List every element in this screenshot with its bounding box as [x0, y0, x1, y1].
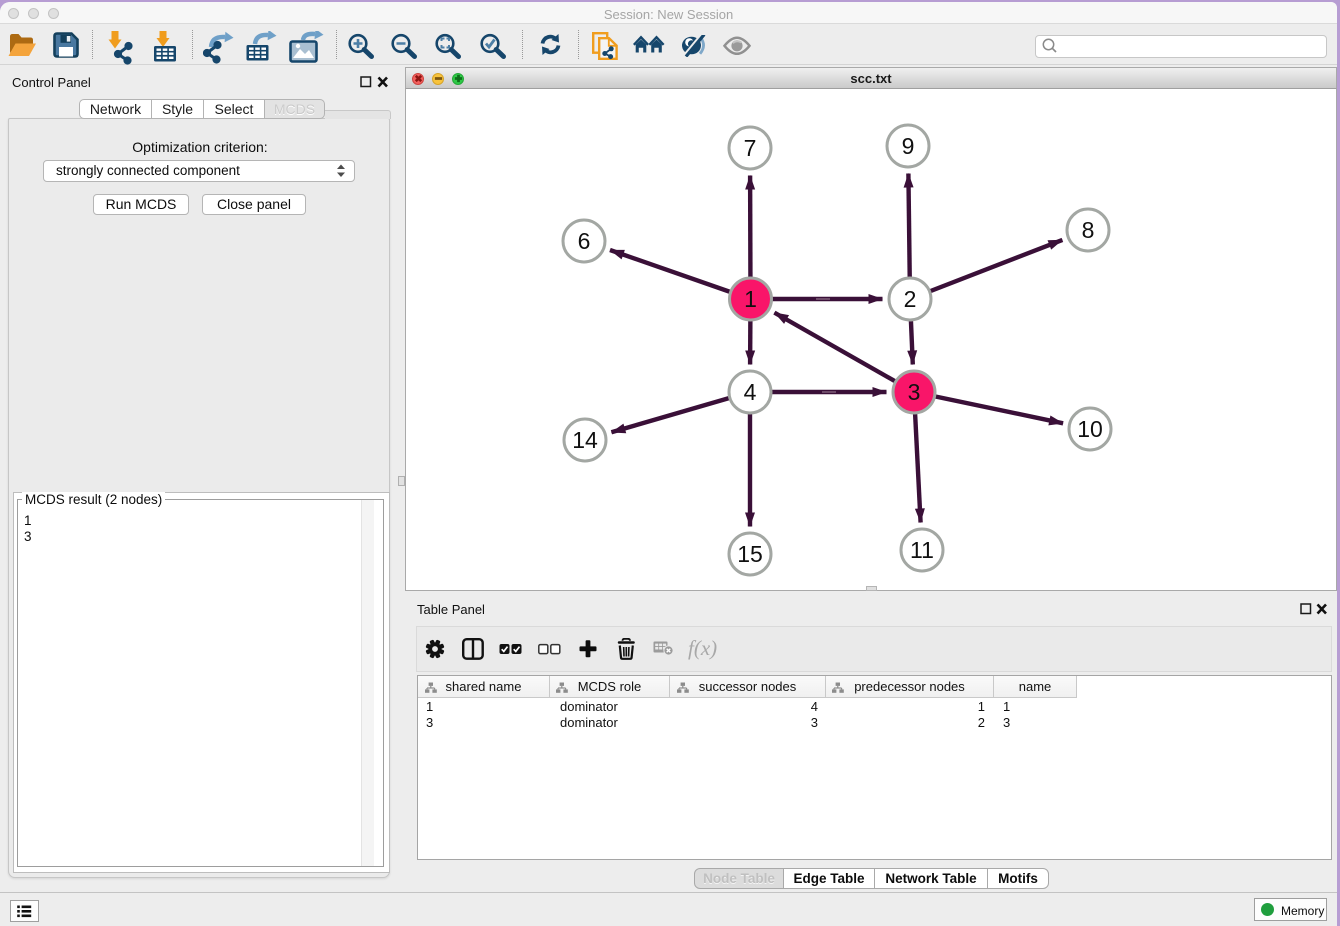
svg-text:8: 8	[1082, 217, 1095, 243]
svg-text:15: 15	[737, 541, 763, 567]
svg-text:7: 7	[744, 135, 757, 161]
svg-text:3: 3	[908, 379, 921, 405]
svg-text:11: 11	[910, 537, 934, 563]
svg-text:2: 2	[904, 286, 917, 312]
svg-text:4: 4	[744, 379, 757, 405]
svg-text:9: 9	[902, 133, 915, 159]
svg-text:6: 6	[578, 228, 591, 254]
svg-text:10: 10	[1077, 416, 1103, 442]
svg-text:1: 1	[744, 286, 757, 312]
svg-text:14: 14	[572, 427, 598, 453]
